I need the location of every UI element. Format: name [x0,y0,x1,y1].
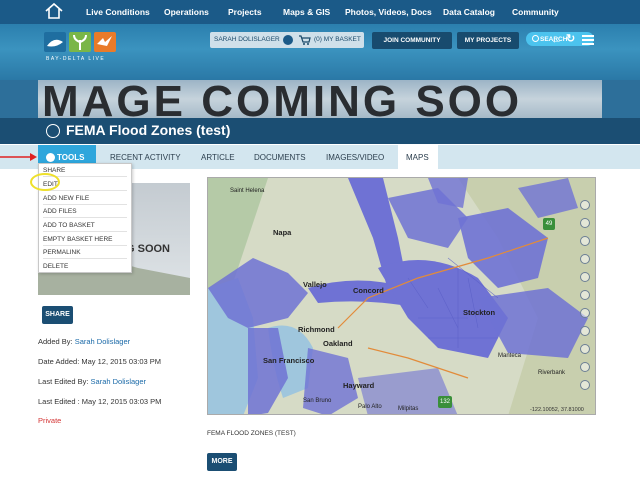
date-added: Date Added: May 12, 2015 03:03 PM [38,357,161,366]
last-edited-by-link[interactable]: Sarah Dolislager [91,377,146,386]
search-icon[interactable] [532,35,539,42]
upload-icon[interactable] [580,290,590,300]
refresh-map-icon[interactable] [580,308,590,318]
hero-placeholder-text: MAGE COMING SOO [42,80,523,118]
red-annotation-arrow [0,153,37,161]
nav-maps-gis[interactable]: Maps & GIS [283,7,330,17]
place-label-riverbank: Riverbank [538,370,566,376]
menu-item-delete[interactable]: DELETE [43,260,127,273]
zoom-out-icon[interactable] [580,236,590,246]
place-label-napa: Napa [273,228,292,237]
nav-photos-videos-docs[interactable]: Photos, Videos, Docs [345,7,432,17]
place-label-san-bruno: San Bruno [303,398,332,404]
layers-icon[interactable] [580,326,590,336]
place-label-saint-helena: Saint Helena [230,188,265,194]
place-label-oakland: Oakland [323,339,353,348]
map-coordinates: -122.10052, 37.81000 [530,407,584,413]
map-caption: FEMA FLOOD ZONES (TEST) [207,430,296,437]
last-edited-date: Last Edited : May 12, 2015 03:03 PM [38,397,162,406]
map-marker-icon [46,124,60,138]
zoom-in-icon[interactable] [580,218,590,228]
my-basket-link[interactable]: (0) MY BASKET [314,36,361,43]
pointer-tool-icon[interactable] [580,200,590,210]
logo-text: BAY-DELTA LIVE [46,56,106,62]
menu-item-permalink[interactable]: PERMALINK [43,246,127,259]
added-by-link[interactable]: Sarah Dolislager [75,337,130,346]
hero-image: MAGE COMING SOO [38,80,602,118]
menu-item-add-new-file[interactable]: ADD NEW FILE [43,192,127,205]
place-label-manteca: Manteca [498,353,522,359]
user-bar: SARAH DOLISLAGER (0) MY BASKET [210,32,364,48]
place-label-vallejo: Vallejo [303,280,327,289]
place-label-san-francisco: San Francisco [263,356,315,365]
bay-delta-live-logo[interactable]: BAY-DELTA LIVE [44,32,118,68]
added-by-row: Added By: Sarah Dolislager [38,337,130,346]
last-edited-by-row: Last Edited By: Sarah Dolislager [38,377,146,386]
my-projects-button[interactable]: MY PROJECTS [457,32,519,49]
logo-plant-tile [69,32,91,52]
share-button[interactable]: SHARE [42,306,73,324]
page-title: FEMA Flood Zones (test) [66,122,231,138]
tools-label: TOOLS [57,153,85,162]
added-by-label: Added By: [38,337,73,346]
tab-recent-activity[interactable]: RECENT ACTIVITY [110,153,181,162]
map-toolbar [576,198,594,410]
last-edited-by-label: Last Edited By: [38,377,89,386]
search-map-icon[interactable] [580,380,590,390]
thumbnail-placeholder-text: G SOON [126,243,171,255]
nav-projects[interactable]: Projects [228,7,262,17]
tab-documents[interactable]: DOCUMENTS [254,153,306,162]
place-label-hayward: Hayward [343,381,375,390]
join-community-button[interactable]: JOIN COMMUNITY [372,32,452,49]
draw-line-icon[interactable] [580,254,590,264]
tab-article[interactable]: ARTICLE [201,153,235,162]
tab-maps[interactable]: MAPS [406,153,429,162]
place-label-milpitas: Milpitas [398,406,419,412]
nav-data-catalog[interactable]: Data Catalog [443,7,495,17]
edit-highlight-circle [30,173,60,191]
highway-shield-132: 132 [438,396,452,408]
place-label-richmond: Richmond [298,325,335,334]
site-banner: BAY-DELTA LIVE SARAH DOLISLAGER (0) MY B… [0,24,640,80]
nav-live-conditions[interactable]: Live Conditions [86,7,150,17]
tab-images-video[interactable]: IMAGES/VIDEO [326,153,384,162]
measure-icon[interactable] [580,272,590,282]
logo-bird-tile [94,32,116,52]
menu-item-add-to-basket[interactable]: ADD TO BASKET [43,219,127,232]
user-name[interactable]: SARAH DOLISLAGER [214,36,280,43]
place-label-concord: Concord [353,286,384,295]
menu-item-empty-basket-here[interactable]: EMPTY BASKET HERE [43,233,127,246]
cart-icon[interactable] [299,35,311,45]
tools-gear-icon [46,153,55,162]
refresh-icon[interactable]: ↻ [566,33,578,45]
menu-list-icon[interactable] [582,35,594,45]
top-navigation: Live Conditions Operations Projects Maps… [0,0,640,24]
time-icon[interactable] [580,344,590,354]
place-label-palo-alto: Palo Alto [358,404,382,410]
fullscreen-icon[interactable] [580,362,590,372]
nav-operations[interactable]: Operations [164,7,209,17]
privacy-status: Private [38,416,62,425]
map-viewer[interactable]: Saint Helena Napa Vallejo Concord Richmo… [207,177,596,415]
nav-community[interactable]: Community [512,7,559,17]
highway-shield-49: 49 [543,218,555,230]
menu-item-add-files[interactable]: ADD FILES [43,205,127,218]
more-button[interactable]: MORE [207,453,237,471]
settings-gear-icon[interactable] [283,35,293,45]
place-label-stockton: Stockton [463,308,496,317]
home-icon[interactable] [44,2,64,20]
share-arrow-icon[interactable]: ← [551,35,563,46]
logo-fish-tile [44,32,66,52]
